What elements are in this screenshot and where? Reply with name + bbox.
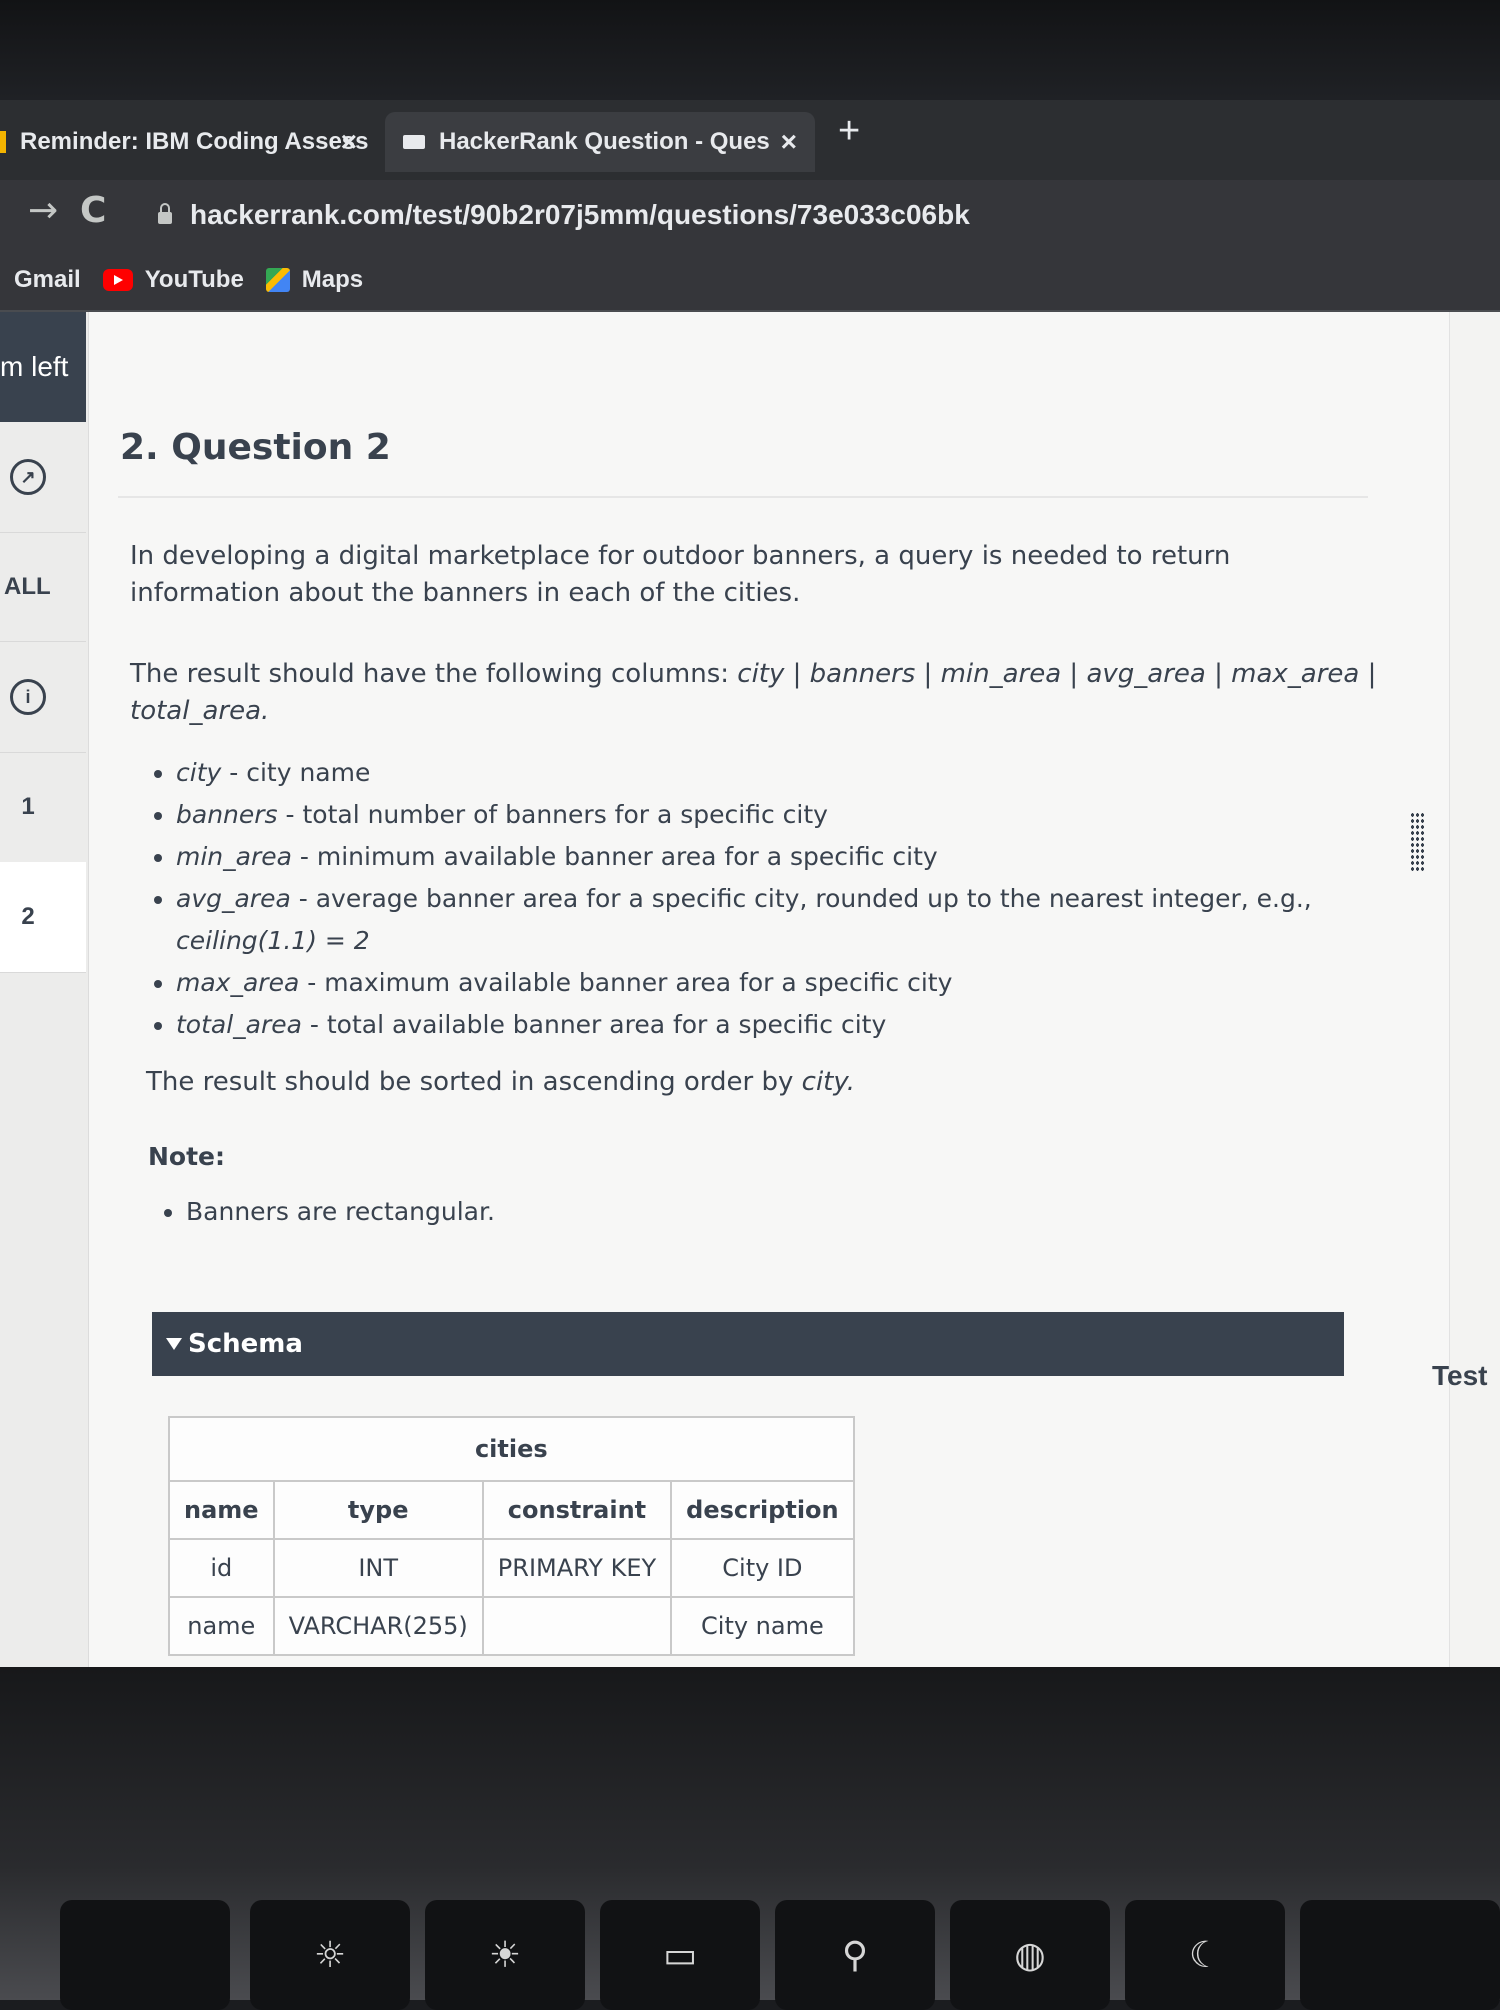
schema-toggle[interactable]: Schema — [152, 1312, 1344, 1376]
table-cell: name — [168, 1596, 275, 1656]
focus-key: ☾ — [1125, 1900, 1285, 2010]
cities-schema-table: cities name type constraint description … — [168, 1416, 855, 1656]
sort-term: city. — [801, 1067, 856, 1097]
search-key: ⚲ — [775, 1900, 935, 2010]
notes-list: Banners are rectangular. — [156, 1192, 495, 1232]
table-cell — [481, 1596, 673, 1656]
table-cell: id — [168, 1538, 275, 1598]
bookmark-label: Gmail — [14, 266, 81, 293]
title-divider — [118, 496, 1368, 498]
tab-title: HackerRank Question - Questi — [439, 128, 769, 155]
info-icon: i — [10, 679, 46, 715]
all-label: ALL — [4, 572, 51, 600]
maps-icon — [265, 268, 290, 292]
brightness-down-key: ☼ — [250, 1900, 410, 2010]
table-cell: PRIMARY KEY — [481, 1538, 673, 1598]
list-item: city - city name — [176, 752, 1426, 794]
list-item: max_area - maximum available banner area… — [176, 962, 1426, 1004]
list-item: min_area - minimum available banner area… — [176, 836, 1426, 878]
time-remaining: m left — [0, 312, 86, 422]
question-content: 2. Question 2 In developing a digital ma… — [118, 312, 1378, 1667]
list-item: total_area - total available banner area… — [176, 1004, 1426, 1046]
tab-title: Reminder: IBM Coding Assess — [20, 128, 369, 155]
editor-panel-edge — [1449, 312, 1500, 1667]
tab-bar: Reminder: IBM Coding Assess × HackerRank… — [0, 100, 1500, 180]
schema-label: Schema — [188, 1329, 303, 1359]
tab-ibm-reminder[interactable]: Reminder: IBM Coding Assess × — [0, 112, 375, 172]
close-icon[interactable]: × — [341, 126, 357, 158]
dictation-key: ◍ — [950, 1900, 1110, 2010]
column-header: constraint — [481, 1480, 673, 1540]
tab-favicon — [0, 131, 6, 153]
rail-question-1[interactable]: 1 — [0, 752, 86, 863]
new-tab-button[interactable]: + — [838, 110, 860, 153]
sort-prefix: The result should be sorted in ascending… — [146, 1067, 802, 1097]
question-nav-rail: m left ↗ ALL i 1 2 — [0, 312, 89, 1667]
hackerrank-page: m left ↗ ALL i 1 2 2. Question 2 In deve… — [0, 312, 1500, 1667]
question-intro: In developing a digital marketplace for … — [130, 541, 1231, 608]
bookmark-maps[interactable]: Maps — [265, 266, 364, 294]
address-bar[interactable]: hackerrank.com/test/90b2r07j5mm/question… — [140, 188, 1500, 242]
rail-all-questions[interactable]: ALL — [0, 532, 86, 642]
question-title: 2. Question 2 — [120, 427, 391, 468]
columns-sentence: The result should have the following col… — [130, 656, 1380, 730]
keyboard-key — [60, 1900, 230, 2010]
bookmark-label: YouTube — [144, 266, 244, 293]
column-definitions: city - city name banners - total number … — [146, 752, 1426, 1046]
table-row: id INT PRIMARY KEY City ID — [168, 1538, 855, 1598]
column-header: name — [168, 1480, 275, 1540]
hackerrank-favicon — [403, 135, 425, 149]
close-icon[interactable]: × — [781, 126, 797, 158]
column-header: description — [670, 1480, 855, 1540]
list-item: Banners are rectangular. — [186, 1192, 495, 1232]
rail-clock[interactable]: ↗ — [0, 422, 86, 533]
table-cell: INT — [272, 1538, 484, 1598]
screen-bezel — [0, 0, 1500, 105]
table-cell: VARCHAR(255) — [272, 1596, 484, 1656]
url-text[interactable]: hackerrank.com/test/90b2r07j5mm/question… — [190, 199, 970, 231]
panel-resize-handle[interactable] — [1410, 812, 1426, 872]
reload-icon[interactable]: C — [80, 190, 106, 231]
bookmarks-bar: Gmail YouTube Maps — [0, 250, 1500, 312]
table-cell: City ID — [670, 1538, 855, 1598]
lock-icon — [158, 203, 172, 224]
table-header-row: name type constraint description — [168, 1480, 855, 1540]
brightness-up-key: ☀ — [425, 1900, 585, 2010]
table-row: name VARCHAR(255) City name — [168, 1596, 855, 1656]
forward-icon[interactable]: → — [28, 190, 58, 231]
list-item: avg_area - average banner area for a spe… — [176, 878, 1426, 962]
clock-icon: ↗ — [10, 459, 46, 495]
caret-down-icon — [166, 1338, 182, 1350]
tab-hackerrank[interactable]: HackerRank Question - Questi × — [385, 112, 815, 172]
list-item: banners - total number of banners for a … — [176, 794, 1426, 836]
note-label: Note: — [148, 1142, 226, 1171]
bookmark-youtube[interactable]: YouTube — [102, 266, 244, 294]
bookmark-gmail[interactable]: Gmail — [14, 266, 81, 294]
table-caption: cities — [168, 1416, 855, 1482]
youtube-icon — [102, 269, 133, 291]
bookmark-label: Maps — [301, 266, 364, 293]
test-button[interactable]: Test — [1432, 1360, 1488, 1392]
columns-prefix: The result should have the following col… — [130, 659, 738, 689]
question-number: 1 — [21, 793, 35, 820]
question-number: 2 — [21, 903, 35, 930]
browser-toolbar: → C hackerrank.com/test/90b2r07j5mm/ques… — [0, 180, 1500, 250]
keyboard-key — [1300, 1900, 1500, 2010]
sort-sentence: The result should be sorted in ascending… — [146, 1064, 1396, 1101]
mission-control-key: ▭ — [600, 1900, 760, 2010]
table-cell: City name — [670, 1596, 855, 1656]
rail-question-2[interactable]: 2 — [0, 862, 86, 973]
rail-info[interactable]: i — [0, 642, 86, 753]
column-header: type — [272, 1480, 484, 1540]
